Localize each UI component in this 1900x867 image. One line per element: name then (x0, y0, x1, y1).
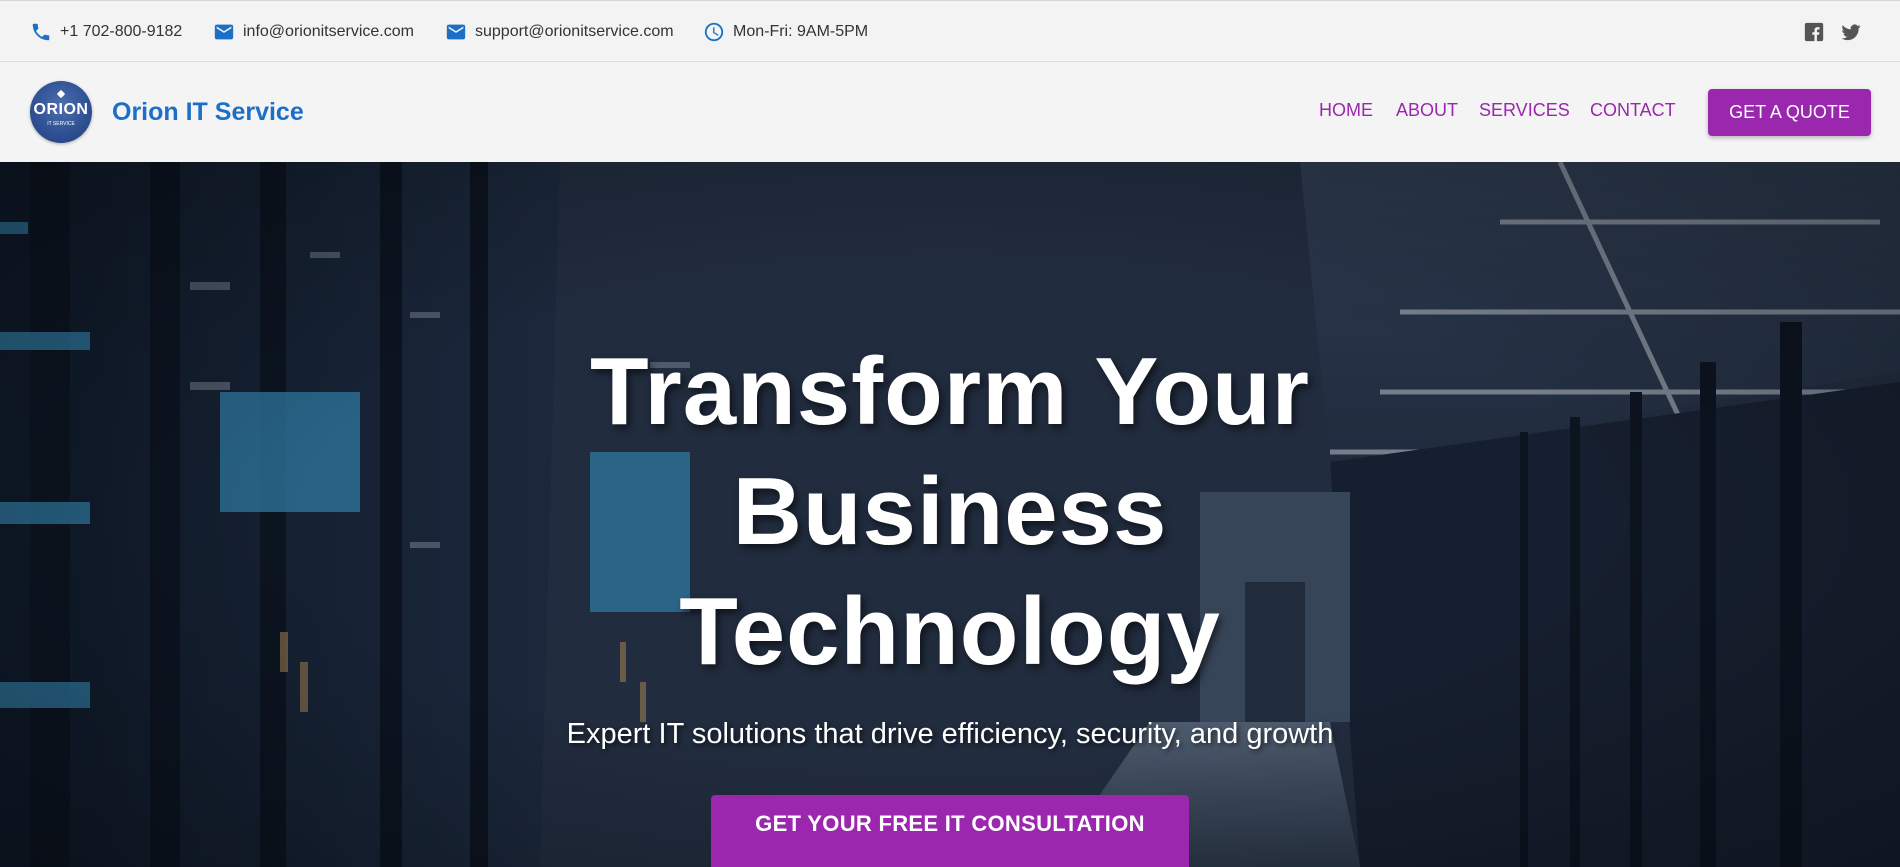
logo-text: ORION (33, 101, 89, 118)
facebook-link[interactable] (1803, 21, 1825, 43)
mail-icon (446, 24, 466, 40)
hero-title: Transform Your Business Technology (590, 338, 1310, 685)
free-consultation-button[interactable]: GET YOUR FREE IT CONSULTATION (711, 795, 1189, 867)
phone-number: +1 702-800-9182 (60, 23, 183, 40)
phone-icon (32, 23, 50, 41)
facebook-icon (1804, 22, 1824, 42)
star-icon (56, 89, 66, 99)
hero-subtitle: Expert IT solutions that drive efficienc… (566, 718, 1334, 750)
mail-icon (214, 24, 234, 40)
nav-contact[interactable]: CONTACT (1590, 100, 1676, 121)
site-header: ORION IT SERVICE Orion IT Service HOME A… (0, 62, 1900, 162)
logo-subtext: IT SERVICE (47, 121, 75, 127)
business-hours: Mon-Fri: 9AM-5PM (703, 21, 868, 43)
hero-section: Transform Your Business Technology Exper… (0, 162, 1900, 867)
support-email-contact[interactable]: support@orionitservice.com (445, 21, 674, 43)
hours-text: Mon-Fri: 9AM-5PM (733, 23, 869, 40)
phone-contact[interactable]: +1 702-800-9182 (30, 21, 182, 43)
brand-name[interactable]: Orion IT Service (112, 98, 304, 127)
contact-bar: +1 702-800-9182 info@orionitservice.com … (0, 0, 1900, 62)
info-email-contact[interactable]: info@orionitservice.com (213, 21, 414, 43)
nav-home[interactable]: HOME (1319, 100, 1373, 121)
site-logo[interactable]: ORION IT SERVICE (30, 81, 92, 143)
twitter-icon (1841, 24, 1861, 41)
nav-about[interactable]: ABOUT (1396, 100, 1458, 121)
get-a-quote-button[interactable]: GET A QUOTE (1708, 89, 1871, 136)
nav-services[interactable]: SERVICES (1479, 100, 1570, 121)
support-email: support@orionitservice.com (475, 23, 674, 40)
info-email: info@orionitservice.com (243, 23, 414, 40)
twitter-link[interactable] (1840, 21, 1862, 43)
clock-icon (704, 22, 724, 42)
